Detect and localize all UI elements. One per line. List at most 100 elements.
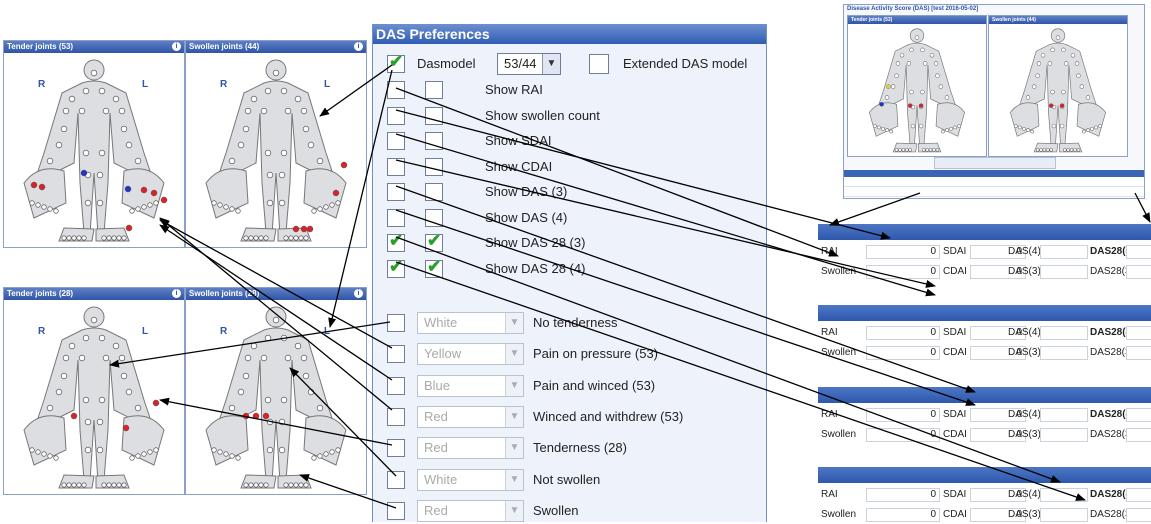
joint-marker[interactable] (71, 235, 77, 241)
joint-marker-active[interactable] (252, 412, 260, 420)
joint-marker[interactable] (229, 453, 235, 459)
color-select[interactable]: Red ▼ (417, 405, 524, 428)
joint-marker[interactable] (298, 482, 304, 488)
joint-marker[interactable] (78, 107, 86, 115)
joint-marker[interactable] (910, 123, 916, 129)
joint-marker-active[interactable] (306, 225, 314, 233)
joint-marker[interactable] (81, 235, 87, 241)
joint-marker[interactable] (1076, 73, 1081, 78)
joint-marker[interactable] (41, 204, 47, 210)
joint-marker[interactable] (1046, 148, 1050, 152)
joint-marker[interactable] (90, 316, 98, 324)
joint-marker[interactable] (125, 388, 133, 396)
joint-marker[interactable] (884, 95, 890, 100)
joint-marker[interactable] (66, 482, 72, 488)
joint-marker[interactable] (935, 73, 940, 78)
joint-marker[interactable] (307, 388, 315, 396)
joint-marker[interactable] (106, 482, 112, 488)
joint-marker[interactable] (250, 95, 258, 103)
joint-marker[interactable] (223, 451, 229, 457)
joint-marker[interactable] (280, 396, 288, 404)
joint-marker-active[interactable] (879, 102, 884, 107)
joint-marker[interactable] (293, 482, 299, 488)
joint-marker[interactable] (1055, 35, 1061, 40)
joint-marker[interactable] (288, 482, 294, 488)
joint-marker[interactable] (889, 129, 893, 134)
joint-marker[interactable] (280, 87, 288, 95)
option-secondary-checkbox[interactable]: ✔ (425, 257, 443, 278)
joint-marker[interactable] (217, 449, 223, 455)
body-figure[interactable] (4, 300, 184, 494)
joint-marker[interactable] (120, 125, 128, 133)
joint-marker[interactable] (264, 149, 272, 157)
joint-marker[interactable] (46, 157, 54, 165)
joint-marker[interactable] (935, 148, 940, 152)
joint-marker[interactable] (68, 342, 76, 350)
joint-marker[interactable] (1063, 148, 1067, 152)
joint-marker[interactable] (1022, 126, 1026, 131)
option-secondary-checkbox[interactable] (425, 183, 443, 201)
joint-marker[interactable] (949, 126, 953, 131)
joint-marker-active[interactable] (1048, 103, 1054, 108)
joint-marker[interactable] (101, 235, 107, 241)
joint-marker[interactable] (76, 482, 82, 488)
body-figure[interactable] (186, 300, 366, 494)
joint-marker[interactable] (46, 404, 54, 412)
joint-marker-active[interactable] (886, 84, 891, 89)
option-checkbox[interactable] (387, 132, 405, 150)
joint-marker-active[interactable] (124, 185, 132, 193)
joint-marker[interactable] (922, 148, 926, 152)
joint-marker[interactable] (98, 149, 106, 157)
joint-marker[interactable] (311, 208, 317, 214)
joint-marker-active[interactable] (242, 412, 250, 420)
color-select[interactable]: Blue ▼ (417, 374, 524, 397)
joint-marker[interactable] (1069, 148, 1074, 152)
joint-marker[interactable] (909, 89, 914, 95)
joint-marker[interactable] (1061, 89, 1066, 95)
joint-marker[interactable] (242, 372, 250, 380)
joint-marker-active[interactable] (292, 225, 300, 233)
joint-marker[interactable] (41, 451, 47, 457)
joint-marker-active[interactable] (300, 225, 308, 233)
joint-marker[interactable] (53, 455, 59, 461)
joint-marker[interactable] (101, 482, 107, 488)
joint-marker[interactable] (329, 449, 335, 455)
joint-marker[interactable] (248, 235, 254, 241)
joint-marker[interactable] (1040, 53, 1046, 58)
color-checkbox[interactable] (387, 470, 405, 489)
joint-marker[interactable] (1082, 129, 1086, 134)
joint-marker[interactable] (47, 206, 53, 212)
joint-marker[interactable] (1050, 89, 1055, 95)
joint-marker-active[interactable] (918, 103, 924, 108)
joint-marker[interactable] (258, 235, 264, 241)
joint-marker[interactable] (237, 388, 245, 396)
dasmodel-select[interactable]: 53/44 ▼ (497, 53, 561, 75)
joint-marker[interactable] (228, 157, 236, 165)
joint-marker[interactable] (98, 334, 106, 342)
joint-marker[interactable] (925, 148, 929, 152)
color-checkbox[interactable] (387, 407, 405, 426)
joint-marker[interactable] (1090, 126, 1094, 131)
joint-marker[interactable] (1047, 61, 1053, 66)
joint-marker[interactable] (235, 455, 241, 461)
joint-marker[interactable] (35, 449, 41, 455)
joint-marker[interactable] (260, 354, 268, 362)
color-select[interactable]: Yellow ▼ (417, 343, 524, 366)
joint-marker[interactable] (112, 342, 120, 350)
joint-marker[interactable] (323, 451, 329, 457)
joint-marker[interactable] (317, 453, 323, 459)
joint-marker[interactable] (244, 107, 252, 115)
joint-marker[interactable] (153, 200, 159, 206)
info-icon[interactable]: i (354, 289, 363, 298)
joint-marker[interactable] (311, 455, 317, 461)
joint-marker[interactable] (55, 141, 63, 149)
color-select[interactable]: White ▼ (417, 468, 524, 491)
info-icon[interactable]: i (354, 42, 363, 51)
joint-marker[interactable] (116, 235, 122, 241)
joint-marker[interactable] (98, 87, 106, 95)
joint-marker[interactable] (141, 451, 147, 457)
joint-marker[interactable] (1063, 61, 1069, 66)
joint-marker[interactable] (121, 235, 127, 241)
joint-marker[interactable] (1025, 95, 1031, 100)
joint-marker[interactable] (62, 354, 70, 362)
